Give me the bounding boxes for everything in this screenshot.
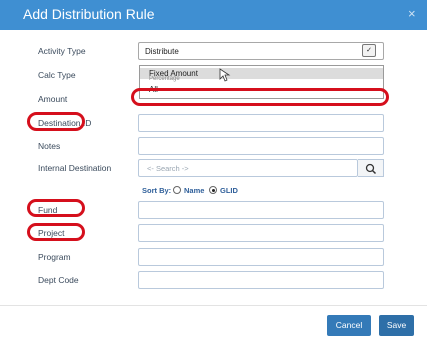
calc-type-option-percentage[interactable]: Percentage	[140, 76, 383, 83]
activity-type-label: Activity Type	[38, 46, 86, 56]
chevron-down-icon[interactable]: ✓	[362, 44, 376, 57]
search-button[interactable]	[358, 159, 384, 177]
highlight-oval-all-option	[131, 88, 389, 106]
dept-code-label: Dept Code	[38, 275, 79, 285]
amount-label: Amount	[38, 94, 68, 104]
sort-by-name-label: Name	[184, 186, 205, 195]
activity-type-select[interactable]: Distribute	[138, 42, 384, 60]
close-icon[interactable]: ×	[408, 6, 416, 21]
cancel-button[interactable]: Cancel	[327, 315, 371, 336]
sort-by-glid-radio[interactable]	[209, 186, 217, 194]
add-distribution-rule-dialog: Add Distribution Rule × Activity Type Di…	[0, 0, 427, 349]
program-label: Program	[38, 252, 71, 262]
program-input[interactable]	[138, 248, 384, 266]
save-button[interactable]: Save	[379, 315, 414, 336]
dialog-title: Add Distribution Rule	[23, 6, 155, 22]
search-icon	[365, 163, 377, 175]
destination-id-input[interactable]	[138, 114, 384, 132]
internal-destination-placeholder: <- Search ->	[147, 164, 189, 173]
project-input[interactable]	[138, 224, 384, 242]
internal-destination-label: Internal Destination	[38, 163, 112, 173]
radio-selected-dot	[211, 188, 215, 192]
internal-destination-search-input[interactable]: <- Search ->	[138, 159, 358, 177]
dialog-header: Add Distribution Rule ×	[0, 0, 427, 30]
activity-type-value: Distribute	[145, 47, 179, 56]
fund-input[interactable]	[138, 201, 384, 219]
calc-type-label: Calc Type	[38, 70, 76, 80]
dept-code-input[interactable]	[138, 271, 384, 289]
highlight-oval-destination-id	[27, 112, 85, 131]
mouse-cursor-icon	[219, 68, 231, 82]
footer-divider	[0, 305, 427, 306]
highlight-oval-project	[27, 223, 85, 241]
notes-input[interactable]	[138, 137, 384, 155]
sort-by-name-radio[interactable]	[173, 186, 181, 194]
highlight-oval-fund	[27, 199, 85, 217]
sort-by-label: Sort By:	[142, 186, 172, 195]
notes-label: Notes	[38, 141, 61, 151]
sort-by-glid-label: GLID	[220, 186, 238, 195]
